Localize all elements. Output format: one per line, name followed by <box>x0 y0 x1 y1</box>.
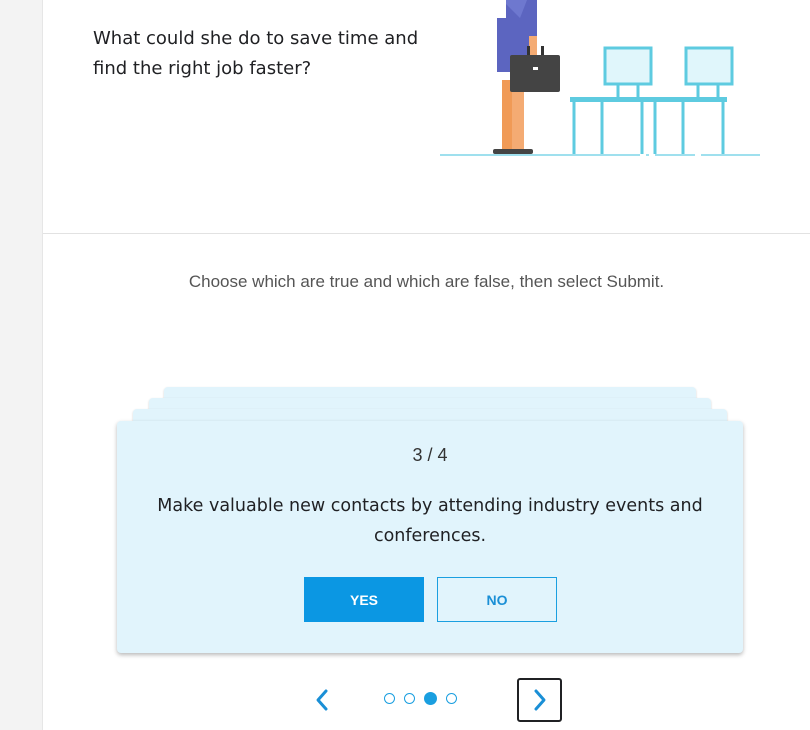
chevron-right-icon <box>534 689 545 711</box>
pagination-dot-2[interactable] <box>404 693 415 704</box>
left-rail <box>0 0 43 730</box>
instructions-text: Choose which are true and which are fals… <box>188 272 665 291</box>
card-statement: Make valuable new contacts by attending … <box>157 496 703 546</box>
statement-card: 3 / 4 Make valuable new contacts by atte… <box>117 421 743 653</box>
previous-card-button[interactable] <box>308 684 336 716</box>
section-divider <box>43 233 810 234</box>
job-seeker-illustration <box>440 0 760 156</box>
yes-button[interactable]: YES <box>304 577 424 622</box>
question-text: What could she do to save time and find … <box>93 28 419 79</box>
pagination-dots <box>384 692 457 705</box>
card-navigation <box>0 678 810 722</box>
pagination-dot-4[interactable] <box>446 693 457 704</box>
pagination-dot-1[interactable] <box>384 693 395 704</box>
next-card-button[interactable] <box>517 678 562 722</box>
card-counter: 3 / 4 <box>412 445 448 465</box>
pagination-dot-3-active[interactable] <box>424 692 437 705</box>
no-button[interactable]: NO <box>437 577 557 622</box>
chevron-left-icon <box>316 689 328 711</box>
